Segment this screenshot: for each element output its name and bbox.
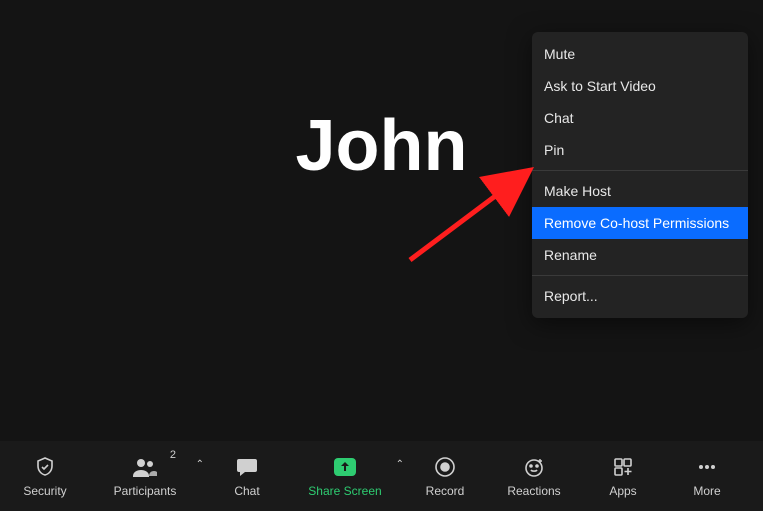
record-button[interactable]: Record	[410, 441, 480, 511]
apps-button[interactable]: Apps	[588, 441, 658, 511]
reactions-label: Reactions	[507, 484, 560, 498]
menu-item-remove-cohost[interactable]: Remove Co-host Permissions	[532, 207, 748, 239]
share-screen-button[interactable]: ⌃ Share Screen	[300, 441, 390, 511]
reactions-icon	[522, 454, 546, 480]
chat-icon	[235, 454, 259, 480]
menu-item-pin[interactable]: Pin	[532, 134, 748, 166]
participants-button[interactable]: 2 ⌃ Participants	[100, 441, 190, 511]
chevron-up-icon[interactable]: ⌃	[196, 459, 204, 470]
share-screen-icon	[332, 454, 358, 480]
meeting-toolbar: Security 2 ⌃ Participants Chat	[0, 441, 763, 511]
security-label: Security	[23, 484, 66, 498]
apps-icon	[611, 454, 635, 480]
share-label: Share Screen	[308, 484, 381, 498]
security-button[interactable]: Security	[10, 441, 80, 511]
apps-label: Apps	[609, 484, 636, 498]
participants-count: 2	[170, 449, 176, 461]
chevron-up-icon[interactable]: ⌃	[396, 459, 404, 470]
participant-name: John	[296, 105, 468, 187]
menu-item-ask-start-video[interactable]: Ask to Start Video	[532, 70, 748, 102]
reactions-button[interactable]: Reactions	[494, 441, 574, 511]
record-icon	[433, 454, 457, 480]
menu-item-mute[interactable]: Mute	[532, 38, 748, 70]
more-button[interactable]: More	[672, 441, 742, 511]
participant-context-menu: Mute Ask to Start Video Chat Pin Make Ho…	[532, 32, 748, 318]
more-icon	[695, 454, 719, 480]
chat-button[interactable]: Chat	[212, 441, 282, 511]
participants-icon	[131, 454, 159, 480]
menu-item-rename[interactable]: Rename	[532, 239, 748, 271]
menu-item-report[interactable]: Report...	[532, 280, 748, 312]
menu-separator	[532, 275, 748, 276]
record-label: Record	[426, 484, 465, 498]
menu-item-chat[interactable]: Chat	[532, 102, 748, 134]
shield-icon	[33, 454, 57, 480]
menu-separator	[532, 170, 748, 171]
menu-item-make-host[interactable]: Make Host	[532, 175, 748, 207]
chat-label: Chat	[234, 484, 259, 498]
participants-label: Participants	[114, 484, 177, 498]
more-label: More	[693, 484, 720, 498]
